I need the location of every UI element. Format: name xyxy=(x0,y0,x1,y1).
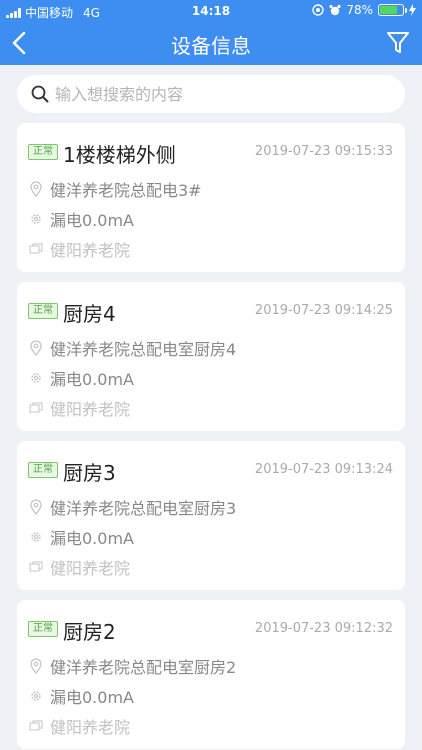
building-icon xyxy=(28,241,44,257)
device-name: 厨房2 xyxy=(63,620,116,644)
device-card[interactable]: 正常 厨房2 2019-07-23 09:12:32 健洋养老院总配电室厨房2 … xyxy=(17,600,405,749)
device-card[interactable]: 正常 厨房4 2019-07-23 09:14:25 健洋养老院总配电室厨房4 … xyxy=(17,282,405,431)
device-org: 健阳养老院 xyxy=(50,241,131,260)
device-location: 健洋养老院总配电室厨房4 xyxy=(50,340,237,359)
battery-percent: 78% xyxy=(346,3,373,17)
building-icon xyxy=(28,559,44,575)
settings-gear-icon xyxy=(28,529,44,545)
device-leakage: 漏电0.0mA xyxy=(50,529,134,548)
orientation-lock-icon xyxy=(312,4,325,16)
device-leakage: 漏电0.0mA xyxy=(50,211,134,230)
device-location: 健洋养老院总配电室厨房2 xyxy=(50,658,237,677)
device-leakage: 漏电0.0mA xyxy=(50,370,134,389)
alarm-icon xyxy=(329,4,341,16)
status-bar: 中国移动 4G 14:18 78% xyxy=(0,0,422,22)
building-icon xyxy=(28,718,44,734)
status-badge: 正常 xyxy=(28,144,58,160)
location-pin-icon xyxy=(28,499,44,515)
device-location: 健洋养老院总配电3# xyxy=(50,181,202,200)
building-icon xyxy=(28,400,44,416)
device-time: 2019-07-23 09:13:24 xyxy=(254,462,393,477)
battery-icon xyxy=(378,4,407,16)
navbar: 设备信息 xyxy=(0,22,422,65)
search-icon xyxy=(31,85,49,103)
device-name: 厨房4 xyxy=(63,302,116,326)
charging-icon xyxy=(409,4,416,16)
device-leakage: 漏电0.0mA xyxy=(50,688,134,707)
device-org: 健阳养老院 xyxy=(50,559,131,578)
device-card[interactable]: 正常 1楼楼梯外侧 2019-07-23 09:15:33 健洋养老院总配电3#… xyxy=(17,123,405,272)
filter-button[interactable] xyxy=(386,30,410,56)
device-name: 1楼楼梯外侧 xyxy=(63,143,176,167)
settings-gear-icon xyxy=(28,370,44,386)
location-pin-icon xyxy=(28,340,44,356)
settings-gear-icon xyxy=(28,688,44,704)
search-input[interactable] xyxy=(55,84,375,104)
device-time: 2019-07-23 09:14:25 xyxy=(254,303,393,318)
status-badge: 正常 xyxy=(28,303,58,319)
app-header: 中国移动 4G 14:18 78% 设备信息 xyxy=(0,0,422,65)
device-location: 健洋养老院总配电室厨房3 xyxy=(50,499,237,518)
device-list: 正常 1楼楼梯外侧 2019-07-23 09:15:33 健洋养老院总配电3#… xyxy=(17,123,405,750)
filter-icon xyxy=(387,32,409,53)
device-org: 健阳养老院 xyxy=(50,718,131,737)
device-name: 厨房3 xyxy=(63,461,116,485)
device-time: 2019-07-23 09:12:32 xyxy=(254,621,393,636)
status-badge: 正常 xyxy=(28,462,58,478)
device-org: 健阳养老院 xyxy=(50,400,131,419)
location-pin-icon xyxy=(28,181,44,197)
page-title: 设备信息 xyxy=(171,34,251,58)
location-pin-icon xyxy=(28,658,44,674)
status-badge: 正常 xyxy=(28,621,58,637)
device-time: 2019-07-23 09:15:33 xyxy=(254,144,393,159)
search-bar[interactable] xyxy=(17,75,405,113)
settings-gear-icon xyxy=(28,211,44,227)
device-card[interactable]: 正常 厨房3 2019-07-23 09:13:24 健洋养老院总配电室厨房3 … xyxy=(17,441,405,590)
